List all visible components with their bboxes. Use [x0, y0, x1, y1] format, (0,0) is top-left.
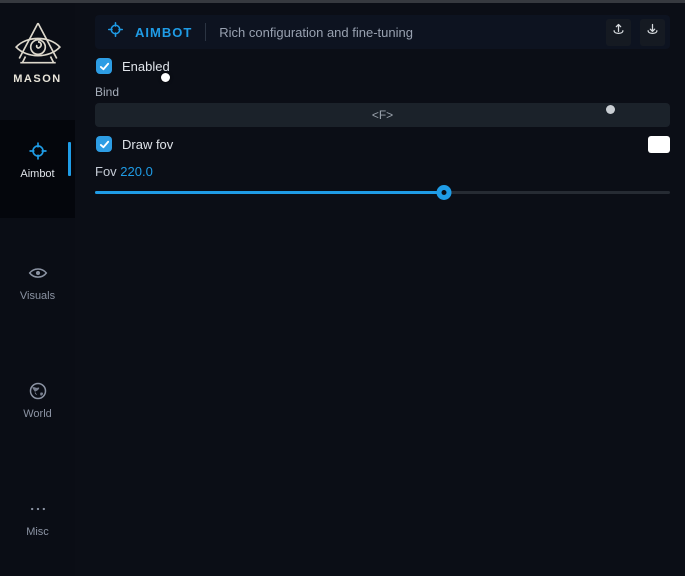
crosshair-icon [0, 141, 75, 164]
sidebar-item-world[interactable]: World [0, 381, 75, 420]
sidebar-item-visuals[interactable]: Visuals [0, 263, 75, 302]
upload-icon [611, 22, 626, 42]
draw-fov-row: Draw fov [96, 136, 173, 152]
brand-logo: MASON [0, 20, 75, 85]
upload-config-button[interactable] [606, 19, 631, 46]
header-divider [205, 23, 206, 41]
fov-slider-fill [95, 191, 444, 194]
page-title: AIMBOT [135, 25, 192, 40]
page-header: AIMBOT Rich configuration and fine-tunin… [95, 15, 670, 49]
sidebar-item-label: Misc [26, 526, 49, 538]
bind-key-field[interactable]: <F> [95, 103, 670, 127]
fov-label: Fov [95, 164, 120, 179]
brand-name: MASON [0, 73, 75, 85]
bind-field-dot [606, 105, 615, 114]
enabled-label: Enabled [122, 59, 170, 74]
bind-label: Bind [95, 85, 119, 99]
mouse-cursor-dot [161, 73, 170, 82]
sidebar-item-aimbot[interactable]: Aimbot [0, 141, 75, 180]
eye-icon [0, 263, 75, 286]
draw-fov-checkbox[interactable] [96, 136, 112, 152]
main-panel: AIMBOT Rich configuration and fine-tunin… [75, 3, 685, 576]
download-config-button[interactable] [640, 19, 665, 46]
sidebar-item-label: World [23, 408, 52, 420]
fov-slider-handle[interactable] [437, 185, 452, 200]
sidebar-item-misc[interactable]: Misc [0, 499, 75, 538]
draw-fov-label: Draw fov [122, 137, 173, 152]
fov-color-swatch[interactable] [648, 136, 670, 153]
enabled-checkbox[interactable] [96, 58, 112, 74]
sidebar: MASON Aimbot Visuals World [0, 3, 75, 576]
mason-eye-pyramid-icon [0, 20, 75, 70]
header-actions [606, 19, 665, 46]
globe-icon [0, 381, 75, 404]
fov-label-row: Fov 220.0 [95, 164, 153, 179]
download-icon [645, 22, 660, 42]
enabled-row: Enabled [96, 58, 170, 74]
page-subtitle: Rich configuration and fine-tuning [219, 25, 606, 40]
crosshair-icon [107, 21, 124, 43]
sidebar-item-label: Aimbot [20, 168, 54, 180]
sidebar-item-label: Visuals [20, 290, 55, 302]
bind-key-value: <F> [372, 108, 393, 122]
fov-value: 220.0 [120, 164, 153, 179]
ellipsis-icon [0, 499, 75, 522]
fov-slider[interactable] [95, 183, 670, 203]
